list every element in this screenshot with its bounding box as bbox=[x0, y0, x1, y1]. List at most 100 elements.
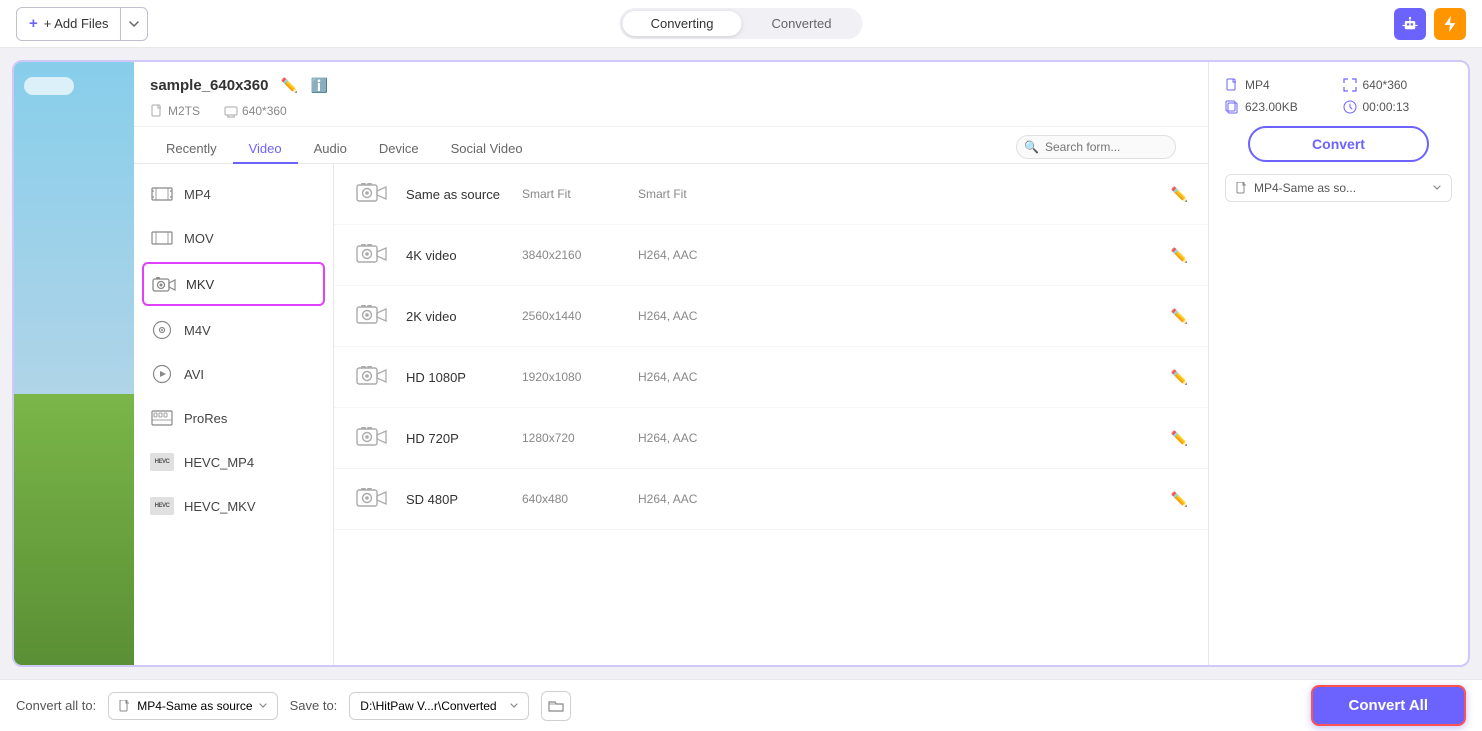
add-files-dropdown-arrow[interactable] bbox=[121, 8, 147, 40]
file-size-stat: 623.00KB bbox=[1225, 100, 1335, 114]
output-format-stat: MP4 bbox=[1225, 78, 1335, 92]
add-files-btn[interactable]: + + Add Files bbox=[16, 7, 148, 41]
m4v-label: M4V bbox=[184, 323, 211, 338]
disc-icon bbox=[152, 320, 172, 340]
avi-icon bbox=[150, 362, 174, 386]
format-type-mkv[interactable]: MKV bbox=[142, 262, 325, 306]
sd480-edit-icon[interactable]: ✏️ bbox=[1171, 491, 1188, 508]
tab-recently[interactable]: Recently bbox=[150, 135, 233, 164]
output-format-dropdown[interactable]: MP4-Same as so... bbox=[1225, 174, 1452, 202]
add-files-main[interactable]: + + Add Files bbox=[17, 8, 121, 40]
mp4-icon bbox=[150, 182, 174, 206]
format-option-4k[interactable]: 4K video 3840x2160 H264, AAC ✏️ bbox=[334, 225, 1208, 286]
avi-label: AVI bbox=[184, 367, 204, 382]
hevc-badge: HEVC bbox=[150, 453, 174, 471]
format-option-hd720[interactable]: HD 720P 1280x720 H264, AAC ✏️ bbox=[334, 408, 1208, 469]
4k-codec: H264, AAC bbox=[638, 248, 1155, 262]
hd1080-camera-icon bbox=[354, 359, 390, 395]
hevc-mkv-icon: HEVC bbox=[150, 494, 174, 518]
search-input[interactable] bbox=[1016, 135, 1176, 159]
robot-icon-btn[interactable]: on bbox=[1394, 8, 1426, 40]
hevc-mp4-icon: HEVC bbox=[150, 450, 174, 474]
plus-icon: + bbox=[29, 15, 38, 32]
2k-name: 2K video bbox=[406, 309, 506, 324]
clock-icon bbox=[1343, 100, 1357, 114]
film-strip-icon bbox=[151, 409, 173, 427]
file-name: sample_640x360 bbox=[150, 77, 268, 94]
hd720-edit-icon[interactable]: ✏️ bbox=[1171, 430, 1188, 447]
chevron-down-icon bbox=[129, 21, 139, 27]
robot-icon: on bbox=[1401, 15, 1419, 33]
tab-converting[interactable]: Converting bbox=[623, 11, 742, 36]
bolt-icon-btn[interactable] bbox=[1434, 8, 1466, 40]
format-option-same-as-source[interactable]: Same as source Smart Fit Smart Fit ✏️ bbox=[334, 164, 1208, 225]
convert-all-button[interactable]: Convert All bbox=[1311, 685, 1466, 726]
file-header-icons: ✏️ ℹ️ bbox=[278, 74, 330, 96]
hd720-name: HD 720P bbox=[406, 431, 506, 446]
format-type-prores[interactable]: ProRes bbox=[134, 396, 333, 440]
hd1080-res: 1920x1080 bbox=[522, 370, 622, 384]
save-to-label: Save to: bbox=[290, 698, 338, 713]
format-type-mov[interactable]: MOV bbox=[134, 216, 333, 260]
hd1080-edit-icon[interactable]: ✏️ bbox=[1171, 369, 1188, 386]
tab-group: Converting Converted bbox=[620, 8, 863, 39]
format-search: 🔍 bbox=[1016, 135, 1176, 159]
hd720-camera-icon bbox=[354, 420, 390, 456]
edit-name-button[interactable]: ✏️ bbox=[278, 74, 300, 96]
browse-folder-button[interactable] bbox=[541, 691, 571, 721]
thumbnail-clouds bbox=[24, 77, 74, 95]
film-small-icon bbox=[151, 229, 173, 247]
tab-device[interactable]: Device bbox=[363, 135, 435, 164]
same-source-edit-icon[interactable]: ✏️ bbox=[1171, 186, 1188, 203]
format-type-hevc-mkv[interactable]: HEVC HEVC_MKV bbox=[134, 484, 333, 528]
sd480-name: SD 480P bbox=[406, 492, 506, 507]
tab-converted[interactable]: Converted bbox=[743, 11, 859, 36]
duration-stat: 00:00:13 bbox=[1343, 100, 1453, 114]
copy-icon bbox=[1225, 100, 1239, 114]
mov-label: MOV bbox=[184, 231, 214, 246]
tab-video[interactable]: Video bbox=[233, 135, 298, 164]
convert-all-dropdown-arrow-icon bbox=[259, 703, 267, 709]
info-button[interactable]: ℹ️ bbox=[308, 74, 330, 96]
output-res-stat: 640*360 bbox=[1343, 78, 1453, 92]
output-format-file-icon bbox=[1236, 182, 1248, 194]
file-header: sample_640x360 ✏️ ℹ️ bbox=[134, 62, 1208, 104]
video-camera-4k-icon bbox=[356, 241, 388, 269]
bottom-format-file-icon bbox=[119, 700, 131, 712]
2k-res: 2560x1440 bbox=[522, 309, 622, 323]
output-res-value: 640*360 bbox=[1363, 78, 1408, 92]
2k-camera-icon bbox=[354, 298, 390, 334]
save-to-path-display[interactable]: D:\HitPaw V...r\Converted bbox=[349, 692, 529, 720]
convert-all-format-dropdown[interactable]: MP4-Same as source bbox=[108, 692, 277, 720]
2k-codec: H264, AAC bbox=[638, 309, 1155, 323]
hd720-codec: H264, AAC bbox=[638, 431, 1155, 445]
format-option-2k[interactable]: 2K video 2560x1440 H264, AAC ✏️ bbox=[334, 286, 1208, 347]
mkv-icon bbox=[152, 272, 176, 296]
file-card: sample_640x360 ✏️ ℹ️ M2TS bbox=[12, 60, 1470, 667]
film-icon bbox=[151, 185, 173, 203]
hd1080-codec: H264, AAC bbox=[638, 370, 1155, 384]
2k-edit-icon[interactable]: ✏️ bbox=[1171, 308, 1188, 325]
format-type-hevc-mp4[interactable]: HEVC HEVC_MP4 bbox=[134, 440, 333, 484]
format-option-sd480[interactable]: SD 480P 640x480 H264, AAC ✏️ bbox=[334, 469, 1208, 530]
tab-social-video[interactable]: Social Video bbox=[435, 135, 539, 164]
search-icon: 🔍 bbox=[1024, 140, 1039, 154]
hevc-mkv-badge: HEVC bbox=[150, 497, 174, 515]
format-tabs: Recently Video Audio Device Social Video… bbox=[134, 127, 1208, 164]
hevc-mp4-label: HEVC_MP4 bbox=[184, 455, 254, 470]
video-camera-2k-icon bbox=[356, 302, 388, 330]
tab-audio[interactable]: Audio bbox=[298, 135, 363, 164]
format-type-mp4[interactable]: MP4 bbox=[134, 172, 333, 216]
right-panel: MP4 640*360 623.00KB bbox=[1208, 62, 1468, 665]
same-source-name: Same as source bbox=[406, 187, 506, 202]
4k-res: 3840x2160 bbox=[522, 248, 622, 262]
format-option-hd1080[interactable]: HD 1080P 1920x1080 H264, AAC ✏️ bbox=[334, 347, 1208, 408]
format-type-avi[interactable]: AVI bbox=[134, 352, 333, 396]
sd480-codec: H264, AAC bbox=[638, 492, 1155, 506]
4k-edit-icon[interactable]: ✏️ bbox=[1171, 247, 1188, 264]
thumbnail-land bbox=[14, 394, 134, 665]
same-source-codec: Smart Fit bbox=[638, 187, 1155, 201]
format-type-m4v[interactable]: M4V bbox=[134, 308, 333, 352]
file-icon bbox=[150, 104, 164, 118]
convert-button[interactable]: Convert bbox=[1248, 126, 1430, 162]
